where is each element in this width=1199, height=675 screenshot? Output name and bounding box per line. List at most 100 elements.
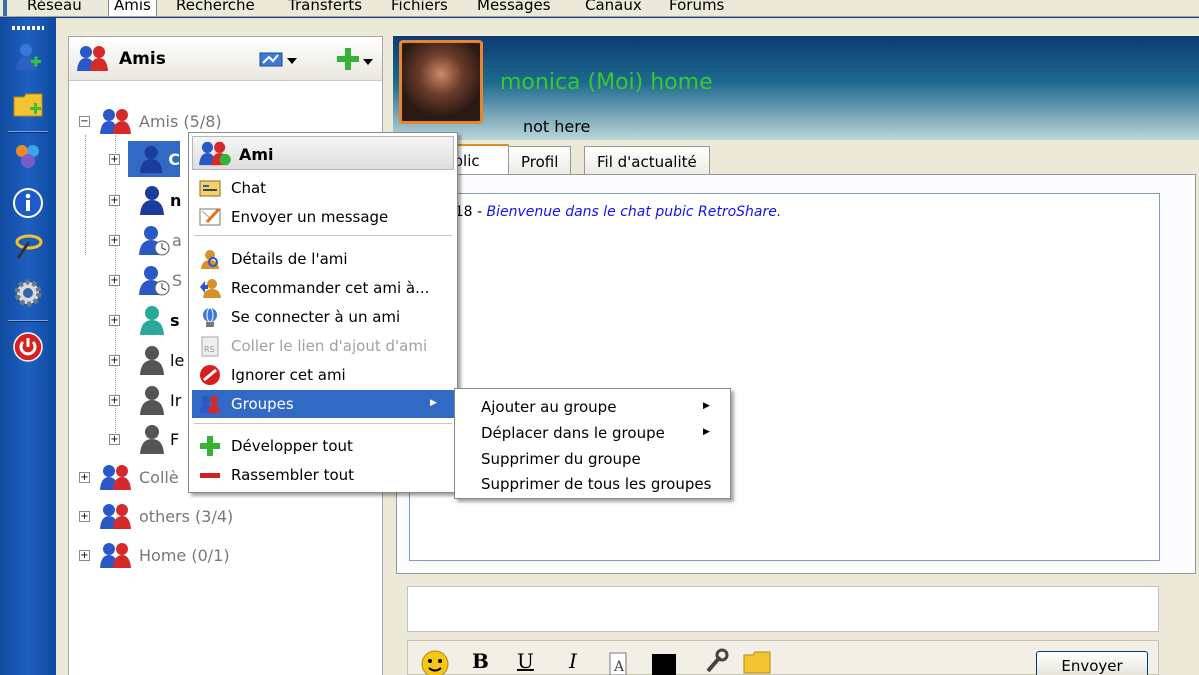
underline-button[interactable]: U [517, 649, 534, 673]
menu-bar: Réseau Amis Recherche Transferts Fichier… [0, 0, 1199, 17]
channels-icon[interactable] [10, 228, 46, 264]
expand-toggle[interactable]: + [109, 153, 120, 165]
expand-toggle[interactable]: + [79, 549, 90, 561]
menu-amis[interactable]: Amis [108, 0, 157, 16]
tab-label: Profil [521, 153, 559, 171]
menu-item-collapse-all[interactable]: Rassembler tout [192, 461, 454, 489]
chat-input[interactable] [407, 586, 1159, 632]
tree-group-colleagues[interactable]: + Collè [79, 462, 179, 492]
expand-toggle[interactable]: + [79, 471, 90, 483]
friend-row[interactable]: + Ir [109, 385, 181, 415]
tab-news-feed[interactable]: Fil d'actualité [584, 146, 710, 174]
menu-item-chat[interactable]: Chat [192, 174, 454, 202]
menu-item-paste-link: RS Coller le lien d'ajout d'ami [192, 332, 454, 360]
collapse-toggle[interactable]: − [79, 115, 90, 127]
group-label: Collè [139, 467, 179, 487]
friend-row[interactable]: + n [109, 185, 181, 215]
group-label: Home (0/1) [139, 545, 230, 565]
menu-fichiers[interactable]: Fichiers [386, 0, 453, 16]
svg-text:RS: RS [204, 345, 215, 354]
bold-button[interactable]: B [472, 649, 489, 673]
menu-item-recommend[interactable]: Recommander cet ami à... [192, 274, 454, 302]
expand-toggle[interactable]: + [109, 433, 120, 445]
group-label: others (3/4) [139, 506, 234, 526]
tools-icon[interactable] [702, 647, 730, 675]
group-label: Amis (5/8) [139, 111, 222, 131]
group-icon [100, 504, 131, 529]
menu-forums[interactable]: Forums [664, 0, 729, 16]
menu-item-label: Développer tout [231, 437, 353, 455]
italic-button[interactable]: I [569, 649, 577, 673]
expand-toggle[interactable]: + [109, 314, 120, 326]
menu-item-label: Coller le lien d'ajout d'ami [231, 337, 428, 355]
menu-messages[interactable]: Messages [472, 0, 556, 16]
friend-row[interactable]: + F [109, 424, 179, 454]
font-icon[interactable]: A [608, 651, 630, 675]
menu-item-ignore[interactable]: Ignorer cet ami [192, 361, 454, 389]
menu-item-label: Recommander cet ami à... [231, 279, 430, 297]
menu-item-label: Chat [231, 179, 267, 197]
ignore-icon [200, 365, 220, 385]
submenu-item-remove-from-group[interactable]: Supprimer du groupe [481, 450, 641, 468]
friend-row[interactable]: + le [109, 345, 184, 375]
expand-toggle[interactable]: + [109, 194, 120, 206]
group-icon [100, 465, 131, 490]
add-share-icon[interactable] [10, 86, 46, 122]
chat-message: :18 - Bienvenue dans le chat pubic Retro… [450, 204, 781, 220]
paste-link-icon: RS [201, 336, 219, 357]
submenu-item-remove-from-all-groups[interactable]: Supprimer de tous les groupes [481, 475, 711, 493]
text-color-button[interactable] [652, 654, 676, 675]
menu-grip [3, 0, 7, 16]
expand-toggle[interactable]: + [109, 394, 120, 406]
tree-group-others[interactable]: + others (3/4) [79, 501, 233, 531]
menu-item-groups[interactable]: Groupes ▶ [192, 390, 454, 418]
friend-row[interactable]: + s [109, 305, 180, 335]
expand-toggle[interactable]: + [109, 234, 120, 246]
network-icon[interactable] [10, 138, 46, 174]
friend-row[interactable]: + a [109, 225, 182, 256]
tab-profil[interactable]: Profil [508, 146, 572, 174]
menu-transferts[interactable]: Transferts [283, 0, 367, 16]
tab-label: Fil d'actualité [597, 153, 697, 171]
menu-item-send-message[interactable]: Envoyer un message [192, 203, 454, 231]
tree-line [85, 135, 86, 255]
emoticon-icon[interactable] [420, 649, 450, 675]
friend-name: F [170, 429, 180, 449]
menu-canaux[interactable]: Canaux [580, 0, 647, 16]
friend-name: S [172, 270, 183, 290]
avatar[interactable] [399, 40, 483, 124]
add-group-button[interactable] [335, 47, 375, 71]
power-icon[interactable] [10, 329, 46, 365]
tree-group-home[interactable]: + Home (0/1) [79, 540, 230, 570]
submenu-arrow-icon: ▶ [430, 398, 437, 408]
toolbar-grip [12, 26, 44, 30]
context-menu: Ami Chat Envoyer un message Détails de l… [188, 132, 458, 493]
expand-toggle[interactable]: + [79, 510, 90, 522]
expand-toggle[interactable]: + [109, 274, 120, 286]
send-button[interactable]: Envoyer [1036, 651, 1148, 675]
expand-all-icon [200, 436, 220, 456]
menu-reseau[interactable]: Réseau [22, 0, 87, 16]
menu-item-label: Groupes [231, 395, 294, 413]
friend-row[interactable]: + S [109, 265, 183, 296]
context-menu-title: Ami [239, 145, 274, 164]
submenu-item-add-to-group[interactable]: Ajouter au groupe [481, 398, 616, 416]
add-friend-icon[interactable] [10, 40, 46, 76]
chat-history[interactable]: :18 - Bienvenue dans le chat pubic Retro… [409, 193, 1160, 561]
menu-item-connect[interactable]: Se connecter à un ami [192, 303, 454, 331]
menu-item-expand-all[interactable]: Développer tout [192, 432, 454, 460]
display-options-icon [259, 52, 297, 67]
menu-item-label: Rassembler tout [231, 466, 355, 484]
expand-toggle[interactable]: + [109, 354, 120, 366]
groups-submenu: Ajouter au groupe ▶ Déplacer dans le gro… [454, 388, 731, 499]
display-options-button[interactable] [259, 51, 299, 69]
settings-icon[interactable] [10, 275, 46, 311]
friend-row[interactable]: + C [109, 141, 180, 177]
menu-item-friend-details[interactable]: Détails de l'ami [192, 245, 454, 273]
info-icon[interactable] [10, 185, 46, 221]
details-icon [201, 250, 219, 269]
submenu-item-move-to-group[interactable]: Déplacer dans le groupe [481, 424, 665, 442]
attach-file-icon[interactable] [742, 649, 774, 675]
menu-recherche[interactable]: Recherche [171, 0, 260, 16]
group-icon [100, 109, 131, 134]
